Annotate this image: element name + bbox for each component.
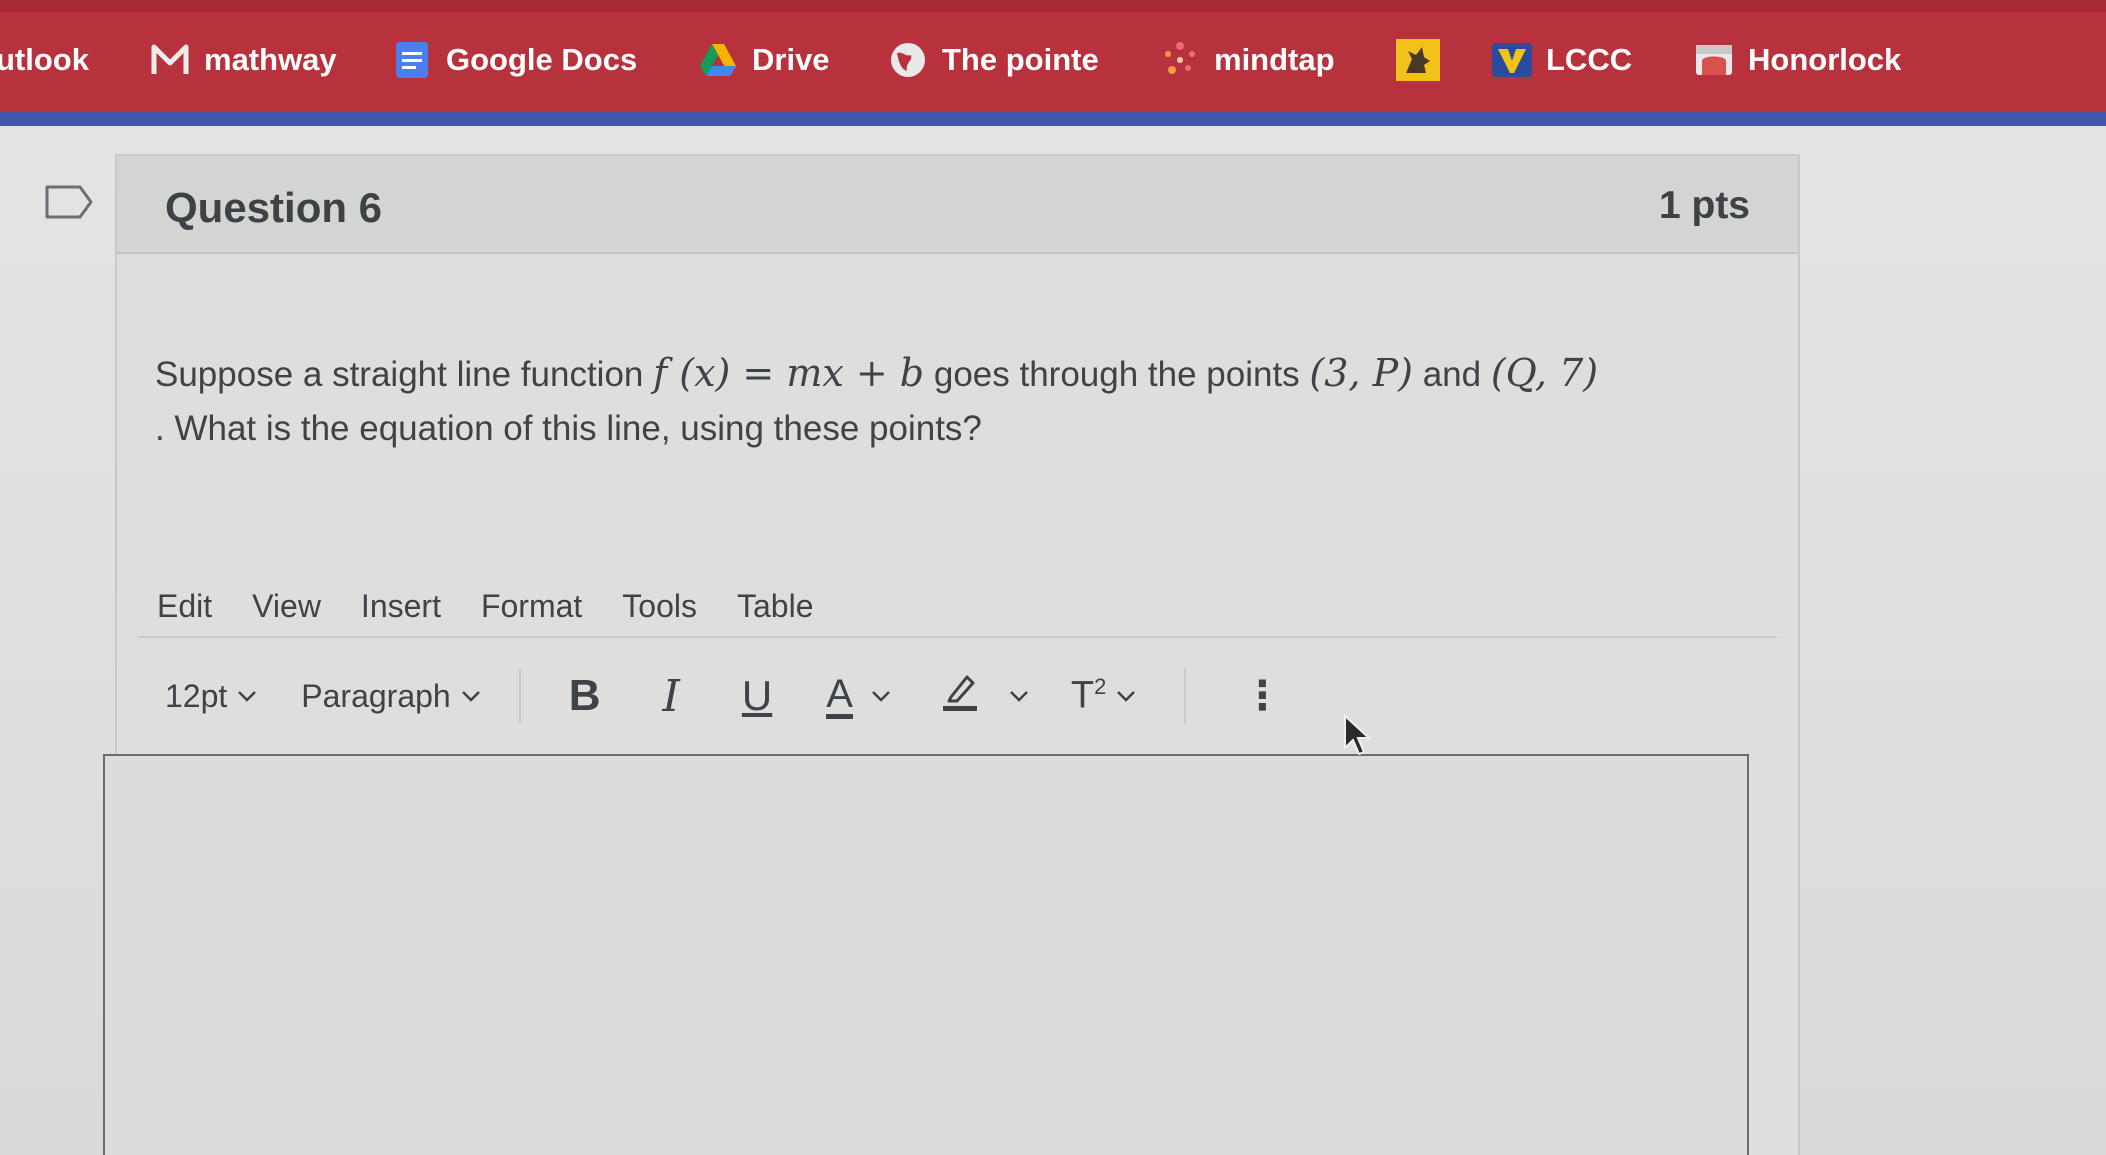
browser-window: utlook mathway Google Docs Drive The poi xyxy=(0,0,2106,1155)
bookmark-outlook[interactable]: utlook xyxy=(0,36,89,84)
bookmark-lccc[interactable]: LCCC xyxy=(1492,36,1632,84)
underline-button[interactable]: U xyxy=(742,672,772,720)
superscript-icon: T2 xyxy=(1071,674,1106,718)
bold-button[interactable]: B xyxy=(569,671,601,721)
bookmark-label: mindtap xyxy=(1214,42,1335,77)
bookmark-wyoming[interactable] xyxy=(1396,36,1454,84)
highlighter-icon xyxy=(941,671,979,721)
lccc-icon xyxy=(1492,40,1532,80)
more-vertical-icon: ⋮ xyxy=(1242,674,1283,718)
bookmark-google-docs[interactable]: Google Docs xyxy=(392,36,637,84)
menu-view[interactable]: View xyxy=(252,588,321,625)
text-color-button[interactable]: A xyxy=(826,674,891,719)
editor-toolbar: 12pt Paragraph B I U A T2 ⋮ xyxy=(137,656,1777,736)
question-card: Question 6 1 pts Suppose a straight line… xyxy=(103,154,1800,1155)
bookmark-label: utlook xyxy=(0,42,89,77)
mindtap-icon xyxy=(1160,40,1200,80)
chevron-down-icon xyxy=(1117,691,1136,702)
flag-question-icon[interactable] xyxy=(44,184,94,225)
menu-table[interactable]: Table xyxy=(737,588,814,625)
italic-icon: I xyxy=(662,670,680,722)
highlight-color-button[interactable] xyxy=(941,671,1029,721)
math-point-1: (3, P) xyxy=(1309,351,1413,395)
toolbar-separator xyxy=(1184,668,1187,724)
bookmark-label: The pointe xyxy=(942,42,1099,77)
bookmark-label: Honorlock xyxy=(1748,42,1902,77)
cowboy-logo-icon xyxy=(1396,39,1440,81)
bookmark-honorlock[interactable]: Honorlock xyxy=(1694,36,1901,84)
underline-icon: U xyxy=(741,672,773,719)
block-format-select[interactable]: Paragraph xyxy=(301,678,480,715)
bookmark-label: mathway xyxy=(204,42,337,77)
mathway-icon xyxy=(150,40,190,80)
font-size-value: 12pt xyxy=(165,677,228,714)
chevron-down-icon xyxy=(872,691,890,702)
toolbar-separator xyxy=(518,668,521,724)
menu-insert[interactable]: Insert xyxy=(361,588,441,625)
answer-editor[interactable] xyxy=(103,754,1749,1155)
question-text-segment: and xyxy=(1412,355,1491,394)
text-color-icon: A xyxy=(826,674,853,719)
chevron-down-icon xyxy=(238,691,257,702)
bookmark-label: Google Docs xyxy=(446,42,638,77)
mouse-pointer-icon xyxy=(1343,713,1372,763)
math-point-2: (Q, 7) xyxy=(1490,351,1599,395)
question-line-2: . What is the equation of this line, usi… xyxy=(155,409,982,448)
italic-button[interactable]: I xyxy=(663,671,680,722)
question-header: Question 6 1 pts xyxy=(117,156,1798,254)
bookmarks-bar: utlook mathway Google Docs Drive The poi xyxy=(0,0,2106,126)
menu-format[interactable]: Format xyxy=(481,588,582,625)
tab-strip-edge xyxy=(0,0,2106,12)
math-function: f (x) = mx + b xyxy=(653,351,925,395)
menu-edit[interactable]: Edit xyxy=(157,588,212,625)
question-text-segment: Suppose a straight line function xyxy=(155,355,654,394)
question-title: Question 6 xyxy=(165,184,383,231)
question-line-1: Suppose a straight line function f (x) =… xyxy=(155,346,1755,402)
chevron-down-icon xyxy=(461,691,480,702)
chevron-down-icon xyxy=(1010,691,1028,702)
accent-divider xyxy=(0,112,2106,126)
block-format-value: Paragraph xyxy=(301,677,451,714)
question-points: 1 pts xyxy=(1658,184,1750,227)
superscript-exponent: 2 xyxy=(1094,674,1107,700)
more-options-button[interactable]: ⋮ xyxy=(1242,673,1282,719)
bookmark-mindtap[interactable]: mindtap xyxy=(1160,36,1335,84)
bookmark-mathway[interactable]: mathway xyxy=(150,36,337,84)
font-size-select[interactable]: 12pt xyxy=(165,678,257,715)
menu-tools[interactable]: Tools xyxy=(622,588,697,625)
question-text: Suppose a straight line function f (x) =… xyxy=(155,346,1755,456)
superscript-base: T xyxy=(1070,674,1095,717)
bookmark-drive[interactable]: Drive xyxy=(698,36,830,84)
google-docs-icon xyxy=(392,40,432,80)
quiz-page: Question 6 1 pts Suppose a straight line… xyxy=(0,126,2106,1155)
bookmark-label: LCCC xyxy=(1546,42,1633,77)
globe-icon xyxy=(888,40,928,80)
google-drive-icon xyxy=(698,40,738,80)
editor-menubar: Edit View Insert Format Tools Table xyxy=(137,576,1777,638)
question-text-segment: goes through the points xyxy=(924,355,1310,394)
bookmark-label: Drive xyxy=(752,42,830,77)
superscript-button[interactable]: T2 xyxy=(1071,674,1136,718)
honorlock-icon xyxy=(1694,40,1734,80)
bookmark-the-pointe[interactable]: The pointe xyxy=(888,36,1099,84)
bold-icon: B xyxy=(568,671,601,720)
